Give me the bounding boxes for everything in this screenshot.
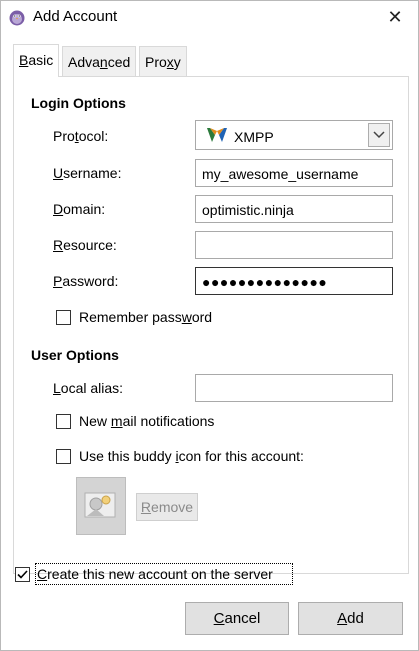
- dialog-body: Basic Advanced Proxy Login Options Proto…: [1, 33, 418, 650]
- title-bar: Add Account ✕: [1, 1, 418, 33]
- xmpp-icon: [206, 127, 228, 146]
- domain-label-rest: omain:: [63, 201, 106, 217]
- tab-basic[interactable]: Basic: [13, 44, 60, 77]
- check-icon: [17, 570, 28, 579]
- tab-proxy-accel: x: [166, 54, 174, 70]
- password-field[interactable]: ●●●●●●●●●●●●●●: [195, 267, 393, 295]
- add-label-accel: A: [337, 610, 348, 627]
- remove-label-rest: emove: [151, 499, 194, 515]
- window-title: Add Account: [33, 8, 118, 25]
- tab-proxy-label-pre: Pro: [145, 54, 167, 70]
- chevron-down-icon[interactable]: [368, 123, 390, 147]
- remove-buddy-icon-button[interactable]: Remove: [136, 493, 198, 521]
- domain-label-accel: D: [53, 201, 64, 217]
- buddy-label-rest: con for this account:: [178, 448, 304, 464]
- remember-password-checkbox[interactable]: [56, 310, 71, 325]
- tab-proxy-label-rest: y: [173, 54, 181, 70]
- resource-label: Resource:: [53, 237, 117, 253]
- user-options-heading: User Options: [31, 347, 119, 363]
- tab-advanced-label-pre: Adva: [68, 54, 100, 70]
- local-alias-field[interactable]: [195, 374, 393, 402]
- username-label-rest: sername:: [63, 165, 122, 181]
- username-label: Username:: [53, 165, 121, 181]
- buddy-icon-checkbox[interactable]: [56, 449, 71, 464]
- new-mail-notifications-label[interactable]: New mail notifications: [79, 413, 214, 429]
- mail-label-accel: m: [110, 413, 123, 429]
- login-options-heading: Login Options: [31, 95, 126, 111]
- add-account-dialog: Add Account ✕ Basic Advanced Proxy Login…: [0, 0, 419, 651]
- close-icon: ✕: [387, 6, 403, 27]
- cancel-button[interactable]: Cancel: [185, 602, 289, 635]
- resource-label-rest: esource:: [63, 237, 117, 253]
- protocol-value: XMPP: [234, 128, 274, 145]
- username-label-accel: U: [53, 165, 64, 181]
- domain-label: Domain:: [53, 201, 105, 217]
- local-alias-label: Local alias:: [53, 380, 123, 396]
- protocol-label-pre: Pro: [53, 128, 75, 144]
- tab-advanced[interactable]: Advanced: [62, 46, 137, 76]
- buddy-icon-label[interactable]: Use this buddy icon for this account:: [79, 448, 304, 464]
- buddy-label-pre: Use this buddy: [79, 448, 176, 464]
- alias-label-accel: L: [53, 380, 61, 396]
- pidgin-icon: [8, 8, 26, 26]
- password-label-rest: assword:: [62, 273, 119, 289]
- username-field[interactable]: my_awesome_username: [195, 159, 393, 187]
- protocol-label: Protocol:: [53, 128, 108, 144]
- mail-label-rest: ail notifications: [122, 413, 215, 429]
- domain-field[interactable]: optimistic.ninja: [195, 195, 393, 223]
- remember-password-label[interactable]: Remember password: [79, 309, 212, 325]
- remember-label-pre: Remember pass: [79, 309, 182, 325]
- cancel-label-accel: C: [213, 610, 225, 627]
- basic-tab-panel: Login Options Protocol: XMPP Username: m…: [13, 76, 409, 574]
- new-mail-notifications-checkbox[interactable]: [56, 414, 71, 429]
- create-label-accel: C: [37, 566, 48, 582]
- protocol-selected-option: XMPP: [206, 127, 274, 146]
- add-label-rest: dd: [347, 610, 364, 627]
- tab-advanced-label-rest: ced: [107, 54, 131, 70]
- password-label: Password:: [53, 273, 118, 289]
- create-account-option: Create this new account on the server: [13, 563, 293, 587]
- alias-label-rest: ocal alias:: [60, 380, 124, 396]
- remember-label-rest: ord: [191, 309, 213, 325]
- resource-label-accel: R: [53, 237, 64, 253]
- tab-basic-accel: B: [19, 52, 29, 68]
- mail-label-pre: New: [79, 413, 111, 429]
- buddy-picture-icon: [84, 490, 118, 523]
- tab-proxy[interactable]: Proxy: [139, 46, 187, 76]
- protocol-select[interactable]: XMPP: [195, 120, 393, 150]
- tab-advanced-accel: n: [99, 54, 108, 70]
- create-account-checkbox[interactable]: [15, 567, 30, 582]
- create-label-rest: reate this new account on the server: [47, 566, 273, 582]
- close-button[interactable]: ✕: [372, 1, 418, 33]
- protocol-label-rest: ocol:: [78, 128, 109, 144]
- password-label-accel: P: [53, 273, 63, 289]
- remember-label-accel: w: [181, 309, 192, 325]
- add-button[interactable]: Add: [298, 602, 403, 635]
- tab-basic-label: asic: [28, 52, 54, 68]
- remove-label-accel: R: [140, 499, 152, 515]
- buddy-icon-button[interactable]: [76, 477, 126, 535]
- create-account-label[interactable]: Create this new account on the server: [37, 566, 273, 582]
- resource-field[interactable]: [195, 231, 393, 259]
- cancel-label-rest: ancel: [224, 610, 261, 627]
